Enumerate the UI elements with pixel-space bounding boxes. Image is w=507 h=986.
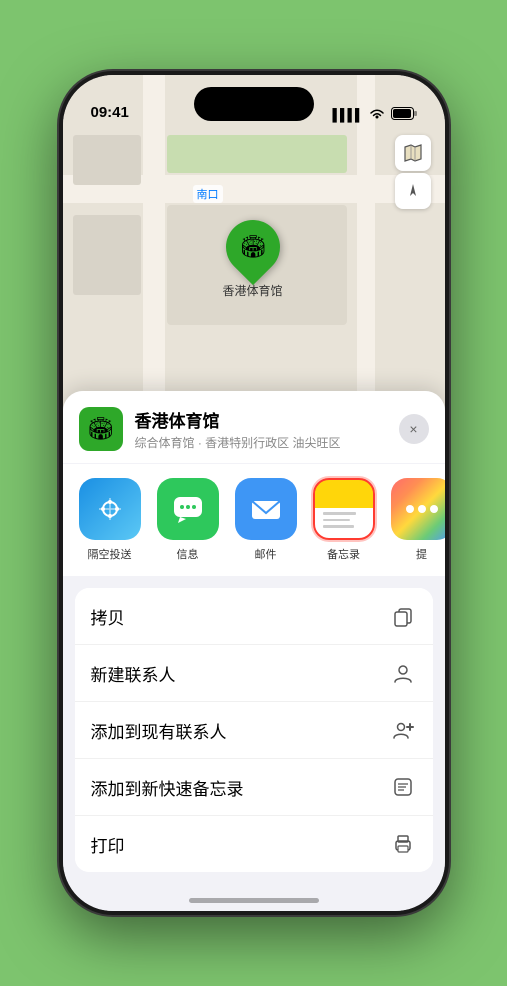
airdrop-icon — [79, 478, 141, 540]
status-time: 09:41 — [91, 104, 129, 123]
mail-icon — [235, 478, 297, 540]
map-pin-container: 🏟 香港体育馆 — [223, 220, 283, 299]
share-row: 隔空投送 信息 — [63, 464, 445, 576]
notes-label: 备忘录 — [327, 546, 360, 562]
bottom-sheet: 🏟 香港体育馆 综合体育馆 · 香港特别行政区 油尖旺区 × — [63, 391, 445, 911]
add-notes-icon — [389, 773, 417, 801]
map-block2 — [73, 135, 141, 185]
action-list: 拷贝 新建联系人 — [75, 588, 433, 872]
action-add-to-notes[interactable]: 添加到新快速备忘录 — [75, 759, 433, 816]
notes-icon — [313, 478, 375, 540]
share-item-more[interactable]: 提 — [391, 478, 445, 562]
add-contact-icon — [389, 716, 417, 744]
map-controls — [395, 135, 431, 209]
map-green-area — [167, 135, 347, 173]
close-icon: × — [409, 421, 417, 437]
more-icon — [391, 478, 445, 540]
share-item-airdrop[interactable]: 隔空投送 — [79, 478, 141, 562]
copy-icon — [389, 602, 417, 630]
home-indicator — [189, 898, 319, 903]
action-new-contact[interactable]: 新建联系人 — [75, 645, 433, 702]
copy-label: 拷贝 — [91, 604, 125, 629]
venue-name: 香港体育馆 — [135, 407, 399, 432]
messages-icon — [157, 478, 219, 540]
airdrop-label: 隔空投送 — [88, 546, 132, 562]
new-contact-icon — [389, 659, 417, 687]
venue-subtitle: 综合体育馆 · 香港特别行政区 油尖旺区 — [135, 434, 399, 451]
action-print[interactable]: 打印 — [75, 816, 433, 872]
print-label: 打印 — [91, 832, 125, 857]
venue-icon: 🏟 — [79, 407, 123, 451]
print-icon — [389, 830, 417, 858]
map-south-gate-label: 南口 — [193, 185, 223, 203]
messages-label: 信息 — [177, 546, 199, 562]
share-item-notes[interactable]: 备忘录 — [313, 478, 375, 562]
map-block3 — [73, 215, 141, 295]
phone-screen: 09:41 ▌▌▌▌ — [63, 75, 445, 911]
signal-icon: ▌▌▌▌ — [332, 108, 362, 122]
share-item-mail[interactable]: 邮件 — [235, 478, 297, 562]
sheet-header: 🏟 香港体育馆 综合体育馆 · 香港特别行政区 油尖旺区 × — [63, 391, 445, 463]
map-type-button[interactable] — [395, 135, 431, 171]
share-item-messages[interactable]: 信息 — [157, 478, 219, 562]
phone-frame: 09:41 ▌▌▌▌ — [59, 71, 449, 915]
new-contact-label: 新建联系人 — [91, 661, 176, 686]
battery-icon — [391, 107, 417, 123]
action-add-to-contact[interactable]: 添加到现有联系人 — [75, 702, 433, 759]
add-to-notes-label: 添加到新快速备忘录 — [91, 775, 244, 800]
wifi-icon — [369, 108, 385, 123]
map-pin: 🏟 — [214, 209, 290, 285]
status-icons: ▌▌▌▌ — [332, 107, 416, 123]
add-to-contact-label: 添加到现有联系人 — [91, 718, 227, 743]
location-button[interactable] — [395, 173, 431, 209]
venue-info: 香港体育馆 综合体育馆 · 香港特别行政区 油尖旺区 — [135, 407, 399, 451]
more-label: 提 — [416, 546, 427, 562]
sheet-close-button[interactable]: × — [399, 414, 429, 444]
dynamic-island — [194, 87, 314, 121]
action-copy[interactable]: 拷贝 — [75, 588, 433, 645]
mail-label: 邮件 — [255, 546, 277, 562]
map-pin-icon: 🏟 — [239, 234, 267, 260]
